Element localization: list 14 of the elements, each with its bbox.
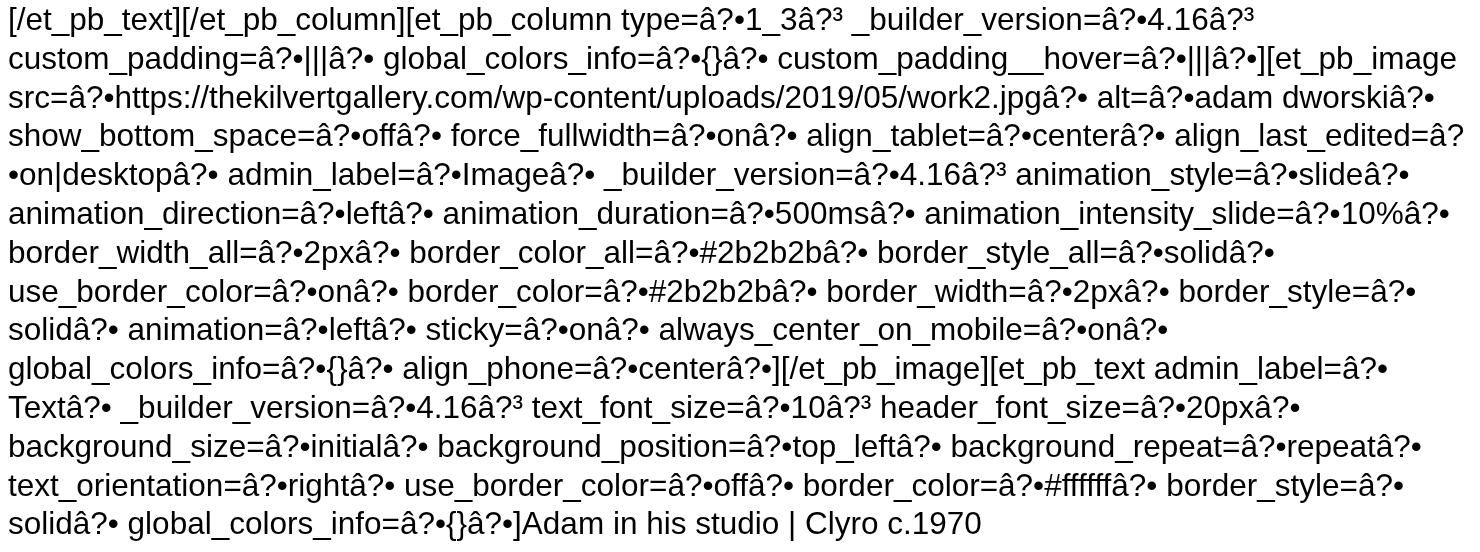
code-text-line: border_width_all=â?•2pxâ?• border_color_all=â?•#2b2b2bâ?• border_style_all=â?•solidâ?• [8, 232, 1275, 272]
code-text-line: •on|desktopâ?• admin_label=â?•Imageâ?• _builder_version=â?•4.16â?³ animation_style=â?•slideâ?• [8, 155, 1410, 194]
code-text-line: show_bottom_space=â?•offâ?• force_fullwidth=â?•onâ?• align_tablet=â?•centerâ?• align_last_edited=â? [8, 116, 1465, 156]
code-text-line: [/et_pb_text][/et_pb_column][et_pb_column type=â?•1_3â?³ _builder_version=â?•4.16â?³ [8, 0, 1255, 39]
code-text-line: solidâ?• global_colors_info=â?•{}â?•]Adam in his studio | Clyro c.1970 [8, 504, 982, 544]
code-text-line: animation_direction=â?•leftâ?• animation_duration=â?•500msâ?• animation_intensity_slide=â?•10%â?• [8, 194, 1450, 233]
code-text-line: global_colors_info=â?•{}â?• align_phone=â?•centerâ?•][/et_pb_image][et_pb_text admin_label=â?• [8, 349, 1389, 388]
code-text-line: text_orientation=â?•rightâ?• use_border_color=â?•offâ?• border_color=â?•#ffffffâ?• border_style=â?• [8, 465, 1404, 505]
code-text-line: use_border_color=â?•onâ?• border_color=â?•#2b2b2bâ?• border_width=â?•2pxâ?• border_style=â?• [8, 271, 1417, 311]
code-text-line: solidâ?• animation=â?•leftâ?• sticky=â?•onâ?• always_center_on_mobile=â?•onâ?• [8, 310, 1169, 350]
code-text-line: src=â?•https://thekilvertgallery.com/wp-content/uploads/2019/05/work2.jpgâ?• alt=â?•adam dworskiâ?• [8, 77, 1435, 117]
code-text-line: custom_padding=â?•|||â?• global_colors_info=â?•{}â?• custom_padding__hover=â?•|||â?•][et_pb_image [8, 38, 1457, 78]
code-text-line: Textâ?• _builder_version=â?•4.16â?³ text_font_size=â?•10â?³ header_font_size=â?•20pxâ?• [8, 387, 1301, 427]
code-text-line: background_size=â?•initialâ?• background_position=â?•top_leftâ?• background_repeat=â?•repeatâ?• [8, 426, 1422, 466]
